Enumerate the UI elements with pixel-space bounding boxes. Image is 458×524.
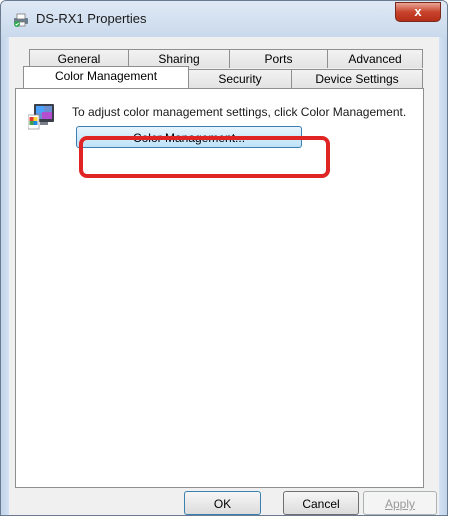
tab-advanced[interactable]: Advanced — [327, 49, 423, 68]
cancel-button[interactable]: Cancel — [283, 491, 359, 515]
tab-color-management[interactable]: Color Management — [23, 66, 189, 88]
highlight-outline — [79, 136, 330, 178]
tab-device-settings[interactable]: Device Settings — [291, 69, 423, 88]
printer-icon — [14, 13, 28, 27]
window-title: DS-RX1 Properties — [36, 11, 147, 26]
title-bar[interactable]: DS-RX1 Properties x — [1, 1, 447, 37]
apply-button[interactable]: Apply — [363, 491, 437, 515]
apply-button-label: Apply — [384, 497, 416, 511]
instruction-text: To adjust color management settings, cli… — [72, 105, 407, 119]
dialog-content: General Sharing Ports Advanced Color Man… — [9, 37, 439, 515]
ok-button[interactable]: OK — [184, 491, 261, 515]
color-management-icon — [28, 104, 54, 130]
tab-security[interactable]: Security — [188, 69, 292, 88]
close-button[interactable]: x — [395, 2, 441, 22]
tab-ports[interactable]: Ports — [229, 49, 328, 68]
properties-window: DS-RX1 Properties x General Sharing Port… — [0, 0, 448, 516]
